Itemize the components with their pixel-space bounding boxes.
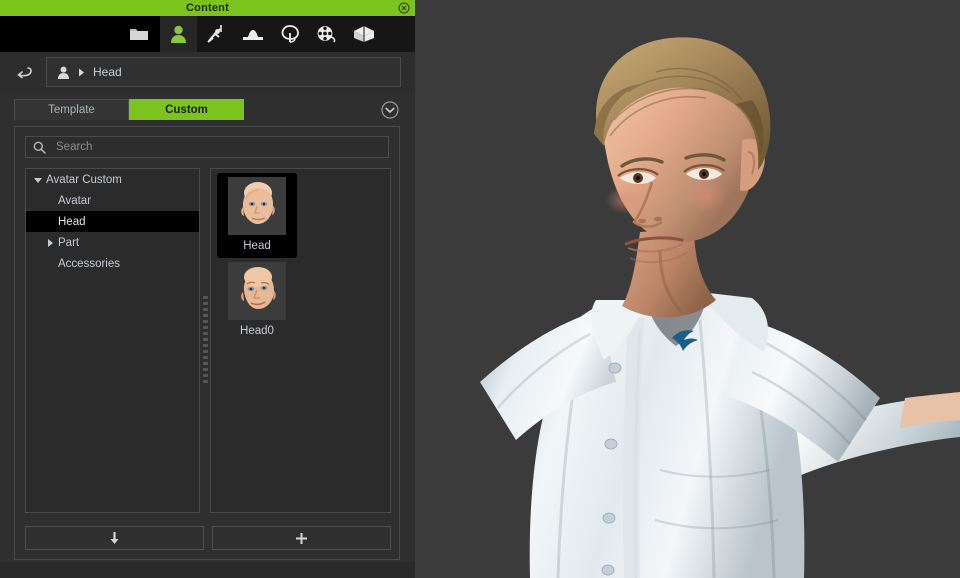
panel-title: Content (186, 2, 229, 14)
tree-node-label: Accessories (58, 257, 120, 270)
load-button[interactable] (25, 526, 204, 550)
prop-box-icon (353, 25, 375, 43)
thumbnail-caption: Head0 (240, 325, 274, 337)
head-thumbnail (228, 177, 286, 235)
tab-bar: Template Custom (14, 98, 415, 120)
stage-icon (242, 26, 264, 42)
content-panel: Content Head Template Custom Search Avat… (0, 0, 415, 578)
panel-splitter[interactable] (200, 168, 210, 513)
thumbnail-grid[interactable]: Head Head0 (210, 168, 391, 513)
breadcrumb-path: Head (93, 65, 122, 79)
tree-node-label: Avatar (58, 194, 92, 207)
toolbar-item-stage[interactable] (234, 16, 271, 52)
tree-node-label: Head (58, 215, 86, 228)
application-window: Content Head Template Custom Search Avat… (0, 0, 960, 578)
tree-node-avatar-custom[interactable]: Avatar Custom (26, 169, 199, 190)
category-tree[interactable]: Avatar Custom Avatar Head Part Accessori… (25, 168, 200, 513)
breadcrumb[interactable]: Head (46, 57, 401, 87)
toolbar-item-media[interactable] (308, 16, 345, 52)
toolbar-item-scene[interactable] (271, 16, 308, 52)
tab-custom[interactable]: Custom (129, 99, 244, 120)
tree-node-avatar[interactable]: Avatar (26, 190, 199, 211)
chevron-down-circle-icon[interactable] (381, 101, 399, 119)
tree-node-accessories[interactable]: Accessories (26, 253, 199, 274)
toolbar-item-folder[interactable] (118, 16, 160, 52)
content-toolbar (0, 16, 415, 52)
toolbar-left-pad (0, 16, 118, 52)
toolbar-item-avatar[interactable] (160, 16, 197, 52)
film-reel-icon (316, 25, 337, 43)
chevron-right-icon[interactable] (44, 238, 56, 247)
breadcrumb-row: Head (0, 52, 415, 92)
search-icon (33, 141, 46, 154)
thumbnail-item-head[interactable]: Head (217, 173, 297, 258)
tab-template[interactable]: Template (14, 99, 129, 120)
folder-icon (129, 26, 149, 42)
motion-icon (206, 24, 226, 44)
chevron-down-icon[interactable] (32, 177, 44, 183)
chevron-right-icon (78, 68, 85, 77)
search-box[interactable] (25, 136, 389, 158)
browser-columns: Avatar Custom Avatar Head Part Accessori… (25, 168, 391, 513)
panel-title-bar: Content (0, 0, 415, 16)
person-icon (57, 66, 70, 79)
splitter-grip[interactable] (202, 295, 208, 386)
tree-node-label: Part (58, 236, 80, 249)
plus-icon (295, 532, 308, 545)
toolbar-item-prop[interactable] (345, 16, 382, 52)
toolbar-right-pad (382, 16, 415, 52)
search-input[interactable] (54, 140, 381, 154)
tree-node-label: Avatar Custom (46, 173, 122, 186)
thumbnail-item-head0[interactable]: Head0 (217, 258, 297, 343)
action-button-row (25, 526, 391, 550)
toolbar-item-motion[interactable] (197, 16, 234, 52)
back-arrow-icon[interactable] (8, 59, 40, 85)
close-circle-icon[interactable] (398, 2, 410, 14)
panel-footer (0, 562, 415, 578)
tree-node-part[interactable]: Part (26, 232, 199, 253)
tree-node-head[interactable]: Head (26, 211, 199, 232)
head-thumbnail (228, 262, 286, 320)
person-icon (170, 25, 187, 43)
thumbnail-caption: Head (243, 240, 271, 252)
arrow-down-icon (109, 531, 120, 545)
content-browser: Avatar Custom Avatar Head Part (14, 126, 400, 560)
add-button[interactable] (212, 526, 391, 550)
tree-icon (280, 25, 300, 43)
